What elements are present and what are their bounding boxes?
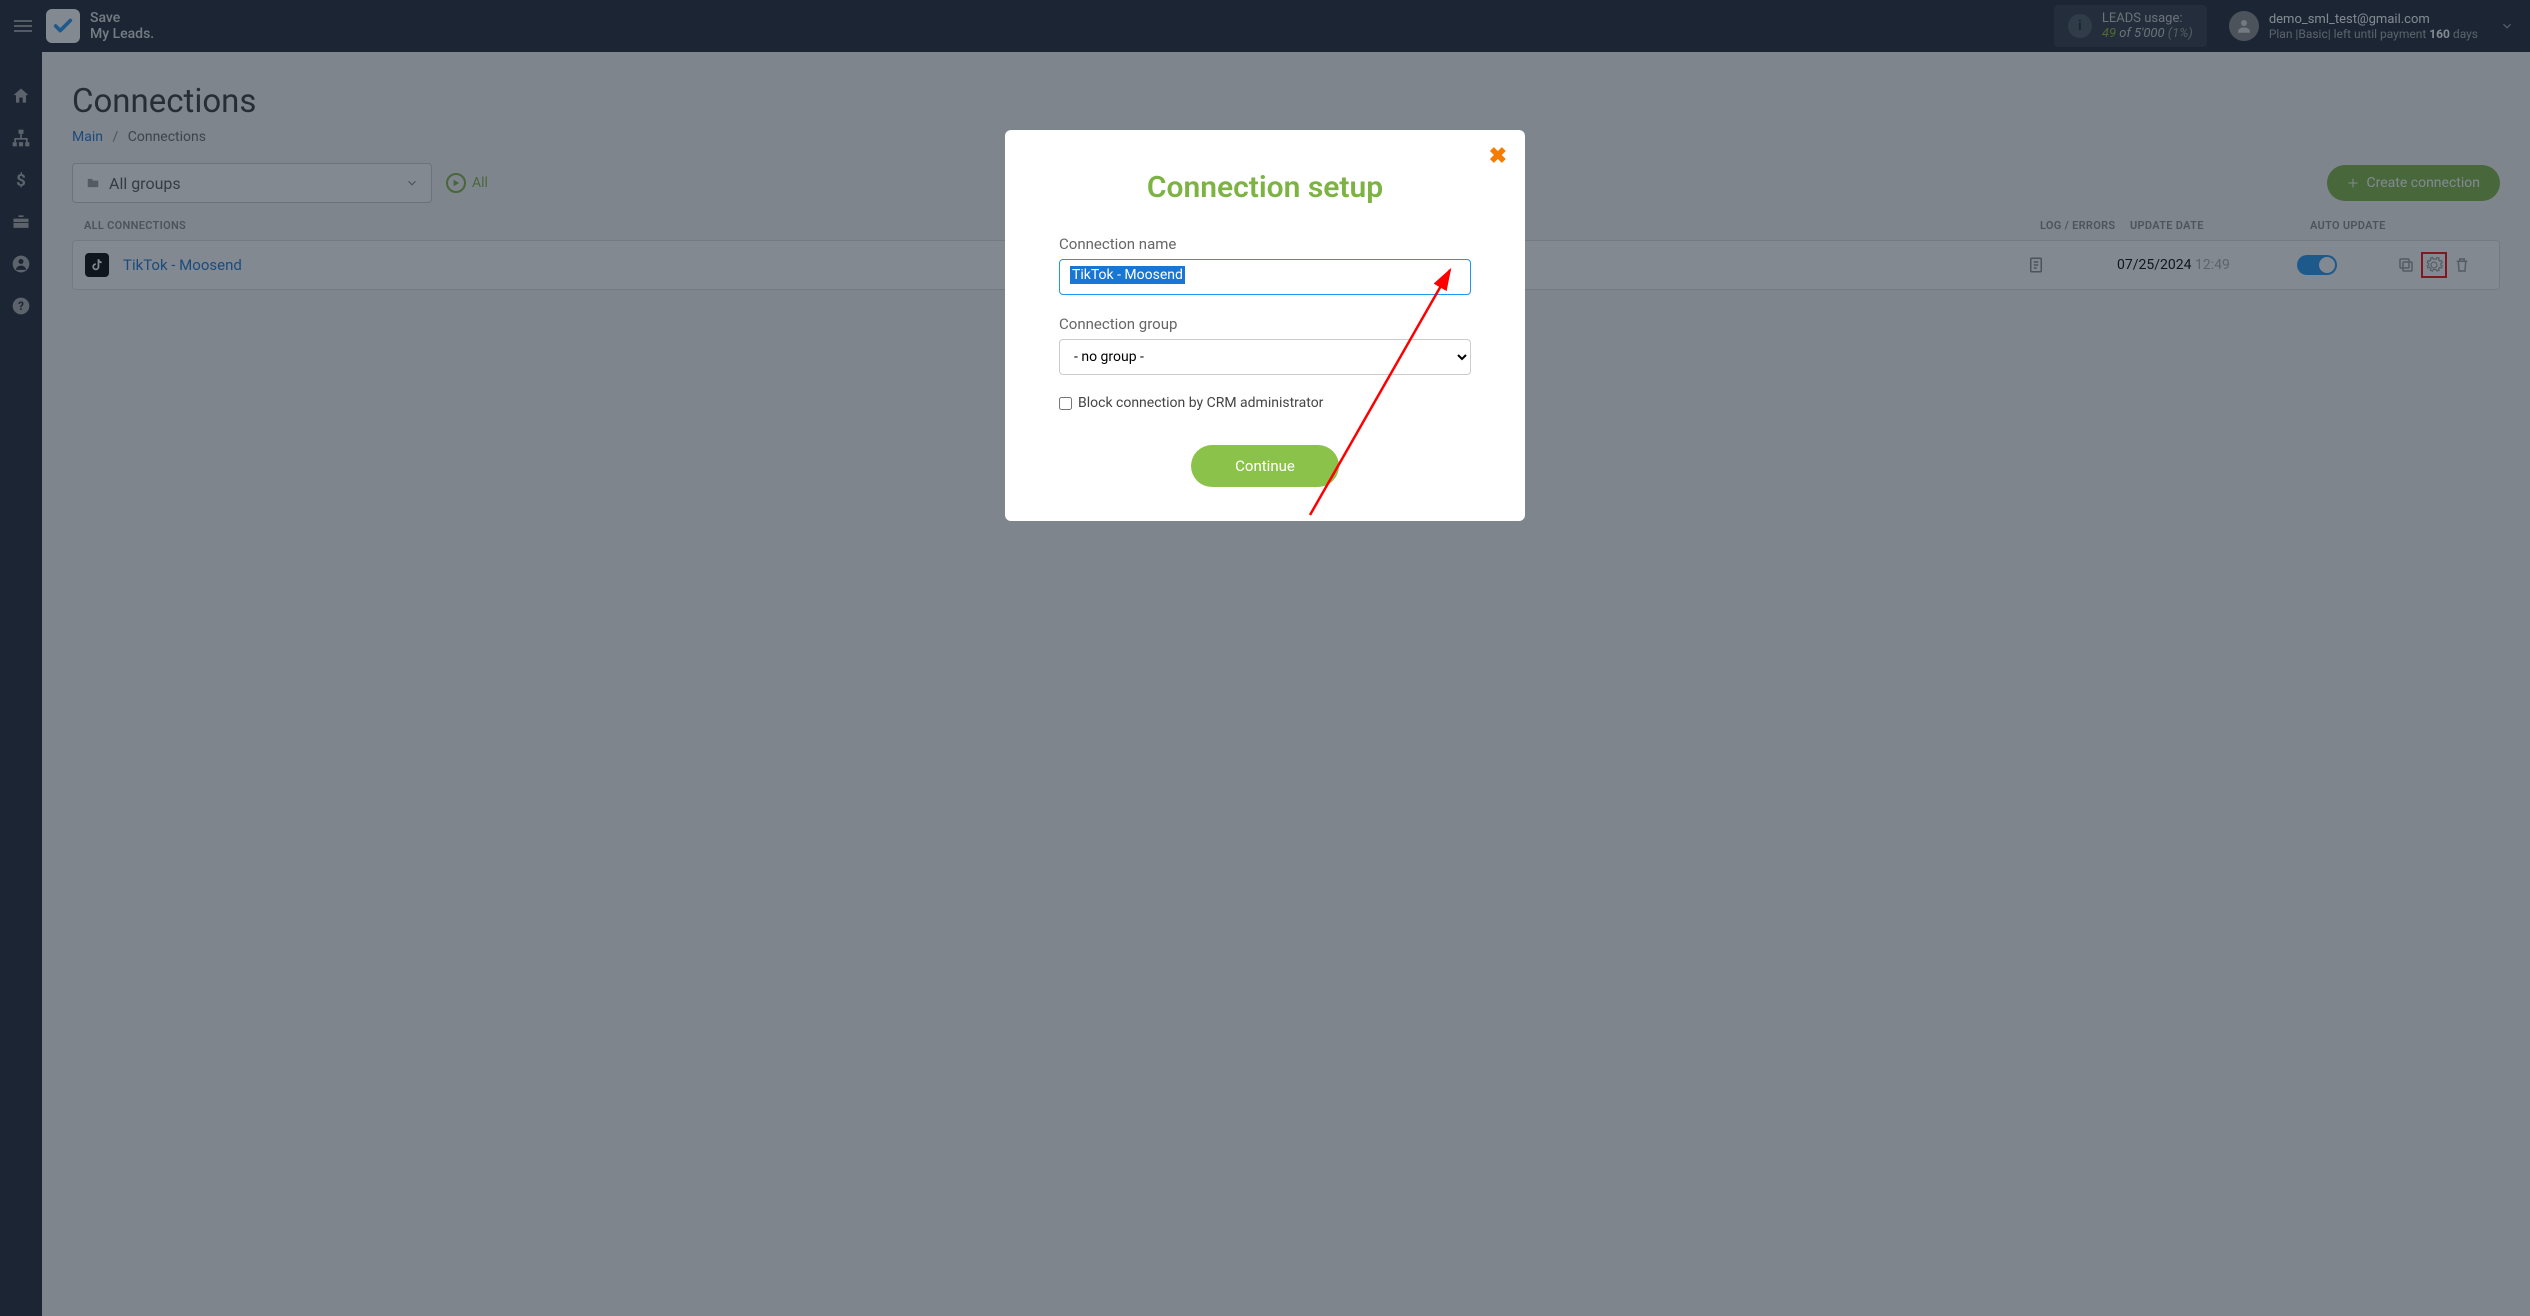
connection-group-label: Connection group — [1059, 315, 1471, 333]
modal-overlay: ✖ Connection setup Connection name TikTo… — [0, 0, 2530, 1316]
modal-title: Connection setup — [1059, 170, 1471, 205]
close-icon[interactable]: ✖ — [1489, 144, 1507, 169]
connection-group-select[interactable]: - no group - — [1059, 339, 1471, 375]
connection-setup-modal: ✖ Connection setup Connection name TikTo… — [1005, 130, 1525, 521]
continue-button[interactable]: Continue — [1191, 445, 1339, 487]
connection-name-input[interactable]: TikTok - Moosend — [1059, 259, 1471, 295]
block-connection-checkbox-row[interactable]: Block connection by CRM administrator — [1059, 395, 1471, 411]
connection-name-label: Connection name — [1059, 235, 1471, 253]
block-connection-checkbox[interactable] — [1059, 397, 1072, 410]
